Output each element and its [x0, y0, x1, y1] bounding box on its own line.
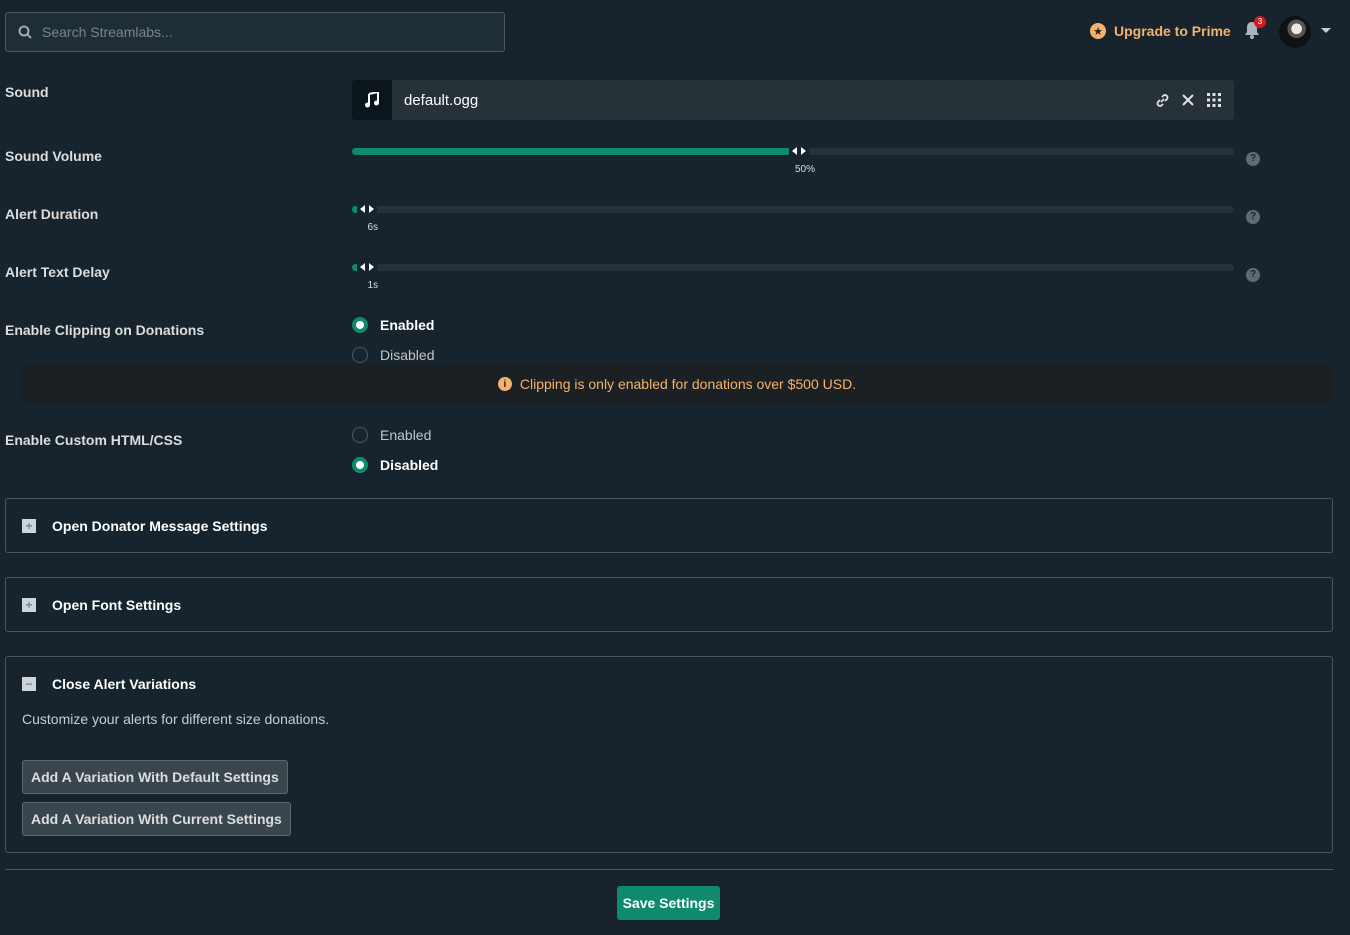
sound-volume-fill — [352, 148, 793, 155]
help-icon[interactable]: ? — [1246, 152, 1260, 166]
divider — [5, 869, 1333, 870]
radio-label: Disabled — [380, 457, 439, 473]
clipping-notice: i Clipping is only enabled for donations… — [21, 364, 1333, 404]
custom-html-disabled-radio[interactable]: Disabled — [352, 457, 438, 473]
search-bar[interactable] — [5, 12, 505, 52]
clipping-label: Enable Clipping on Donations — [5, 322, 205, 338]
sound-file-input[interactable]: default.ogg — [352, 80, 1234, 120]
chevron-down-icon[interactable] — [1321, 28, 1331, 33]
radio-label: Enabled — [380, 317, 435, 333]
alert-duration-value: 6s — [367, 222, 379, 233]
link-icon[interactable] — [1154, 92, 1170, 108]
add-variation-default-button[interactable]: Add A Variation With Default Settings — [22, 760, 288, 794]
alert-text-delay-handle[interactable] — [356, 258, 377, 276]
expand-icon: + — [22, 598, 36, 612]
help-icon[interactable]: ? — [1246, 210, 1260, 224]
radio-label: Enabled — [380, 427, 432, 443]
sound-volume-handle[interactable] — [789, 142, 809, 160]
upgrade-to-prime-link[interactable]: ★ Upgrade to Prime — [1090, 20, 1231, 42]
add-variation-current-button[interactable]: Add A Variation With Current Settings — [22, 802, 291, 836]
radio-dot — [352, 347, 368, 363]
alert-text-delay-slider[interactable]: 1s — [352, 258, 1234, 291]
alert-text-delay-value: 1s — [367, 280, 379, 291]
radio-dot — [352, 427, 368, 443]
donator-message-settings-panel: + Open Donator Message Settings — [5, 498, 1333, 553]
prime-star-icon: ★ — [1090, 23, 1106, 39]
radio-dot — [352, 457, 368, 473]
sound-volume-label: Sound Volume — [5, 148, 102, 164]
help-icon[interactable]: ? — [1246, 268, 1260, 282]
save-settings-button[interactable]: Save Settings — [617, 886, 720, 920]
alert-variations-description: Customize your alerts for different size… — [22, 711, 330, 727]
alert-variations-toggle[interactable]: − Close Alert Variations — [22, 676, 196, 692]
avatar[interactable] — [1279, 16, 1311, 48]
collapse-icon: − — [22, 677, 36, 691]
music-note-icon — [352, 80, 392, 120]
upgrade-label: Upgrade to Prime — [1114, 23, 1231, 39]
panel-title: Close Alert Variations — [52, 676, 197, 692]
radio-label: Disabled — [380, 347, 435, 363]
font-settings-panel: + Open Font Settings — [5, 577, 1333, 632]
sound-label: Sound — [5, 84, 49, 100]
donator-message-settings-toggle[interactable]: + Open Donator Message Settings — [22, 518, 267, 534]
close-icon[interactable] — [1180, 92, 1196, 108]
font-settings-toggle[interactable]: + Open Font Settings — [22, 597, 181, 613]
sound-volume-value: 50% — [794, 164, 816, 175]
expand-icon: + — [22, 519, 36, 533]
clipping-notice-text: Clipping is only enabled for donations o… — [519, 376, 857, 392]
panel-title: Open Font Settings — [52, 597, 182, 613]
custom-html-label: Enable Custom HTML/CSS — [5, 432, 183, 448]
clipping-disabled-radio[interactable]: Disabled — [352, 347, 434, 363]
grid-icon[interactable] — [1206, 92, 1222, 108]
clipping-enabled-radio[interactable]: Enabled — [352, 317, 434, 333]
search-input[interactable] — [42, 24, 462, 40]
alert-duration-label: Alert Duration — [5, 206, 99, 222]
radio-dot — [352, 317, 368, 333]
alert-variations-panel: − Close Alert Variations Customize your … — [5, 656, 1333, 853]
search-icon — [18, 25, 32, 39]
custom-html-enabled-radio[interactable]: Enabled — [352, 427, 431, 443]
notification-badge: 3 — [1254, 16, 1266, 28]
sound-file-name: default.ogg — [404, 91, 479, 109]
sound-volume-slider[interactable]: 50% — [352, 142, 1234, 175]
alert-text-delay-label: Alert Text Delay — [5, 264, 110, 280]
info-icon: i — [497, 377, 512, 391]
panel-title: Open Donator Message Settings — [52, 518, 268, 534]
alert-duration-slider[interactable]: 6s — [352, 200, 1234, 233]
alert-duration-handle[interactable] — [356, 200, 377, 218]
